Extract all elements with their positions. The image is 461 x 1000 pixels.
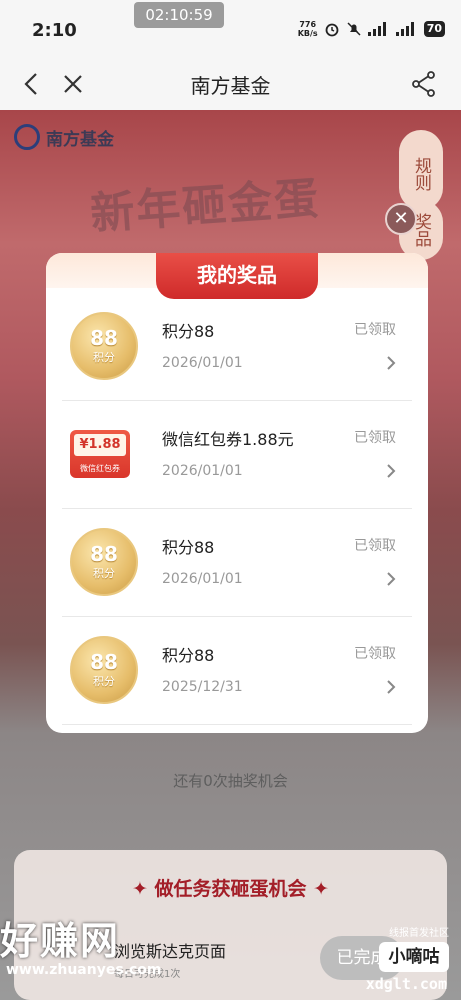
status-time: 2:10: [32, 20, 77, 41]
activity-headline: 新年砸金蛋: [88, 173, 322, 240]
prize-date: 2025/12/31: [162, 679, 243, 695]
my-prizes-modal: 我的奖品 88 积分 积分88 已领取 2026/01/01 ¥1.88 微信红包券…: [46, 253, 428, 733]
signal-icon: [367, 22, 390, 36]
prize-name: 积分88: [162, 538, 215, 557]
prize-status: 已领取: [354, 646, 396, 662]
prize-item[interactable]: ¥1.88 微信红包券 微信红包券1.88元 已领取 2026/01/01: [62, 401, 412, 509]
points-coin-icon: 88 积分: [70, 312, 142, 384]
prize-name: 积分88: [162, 322, 215, 341]
mute-icon: [347, 22, 361, 36]
task-section-title: ✦ 做任务获砸蛋机会 ✦: [131, 878, 330, 900]
chevron-right-icon[interactable]: [386, 679, 396, 695]
net-speed: 776 KB/s: [298, 20, 318, 38]
watermark-side-caption: 线报首发社区: [389, 928, 449, 939]
prize-status: 已领取: [354, 538, 396, 554]
prize-date: 2026/01/01: [162, 571, 243, 587]
signal-icon-2: [395, 22, 418, 36]
status-bar: 2:10 02:10:59 776 KB/s 70: [0, 0, 461, 60]
points-coin-icon: 88 积分: [70, 528, 142, 600]
prize-status: 已领取: [354, 430, 396, 446]
wechat-coupon-icon: ¥1.88 微信红包券: [70, 420, 142, 492]
chevron-right-icon[interactable]: [386, 463, 396, 479]
watermark-url: www.zhuanyes.com: [6, 962, 162, 978]
watermark-text: 好赚网: [0, 919, 121, 963]
prize-date: 2026/01/01: [162, 355, 243, 371]
page-title: 南方基金: [190, 74, 271, 98]
net-speed-value: 776: [299, 20, 317, 29]
chevron-right-icon[interactable]: [386, 571, 396, 587]
brand-mark-icon: [14, 124, 40, 150]
brand-name: 南方基金: [46, 129, 114, 150]
points-coin-icon: 88 积分: [70, 636, 142, 708]
chevron-right-icon[interactable]: [386, 355, 396, 371]
nav-bar: 南方基金: [0, 60, 461, 110]
prize-name: 积分88: [162, 646, 215, 665]
net-speed-unit: KB/s: [297, 29, 318, 38]
watermark-side-url: xdglt.com: [365, 975, 447, 993]
battery-icon: 70: [423, 21, 445, 37]
share-icon[interactable]: [409, 69, 439, 99]
recording-timer: 02:10:59: [134, 2, 224, 28]
prize-item[interactable]: 88 积分 积分88 已领取 2025/12/31: [62, 617, 412, 725]
task-name: 浏览斯达克页面: [114, 942, 227, 961]
status-icons: 776 KB/s 70: [298, 20, 445, 38]
watermark-side-badge: 小嘀咕: [379, 942, 449, 972]
prize-status: 已领取: [354, 322, 396, 338]
brand-logo: 南方基金: [14, 124, 114, 150]
prize-name: 微信红包券1.88元: [162, 430, 294, 449]
rules-button[interactable]: 规则: [399, 130, 443, 210]
prize-item[interactable]: 88 积分 积分88 已领取 2026/01/01: [62, 509, 412, 617]
prize-list: 88 积分 积分88 已领取 2026/01/01 ¥1.88 微信红包券 微信红包…: [62, 293, 412, 725]
prize-date: 2026/01/01: [162, 463, 243, 479]
prize-item[interactable]: 88 积分 积分88 已领取 2026/01/01: [62, 293, 412, 401]
alarm-icon: [325, 23, 339, 37]
remaining-chances: 还有0次抽奖机会: [173, 772, 288, 790]
modal-close-icon[interactable]: ✕: [385, 203, 417, 235]
